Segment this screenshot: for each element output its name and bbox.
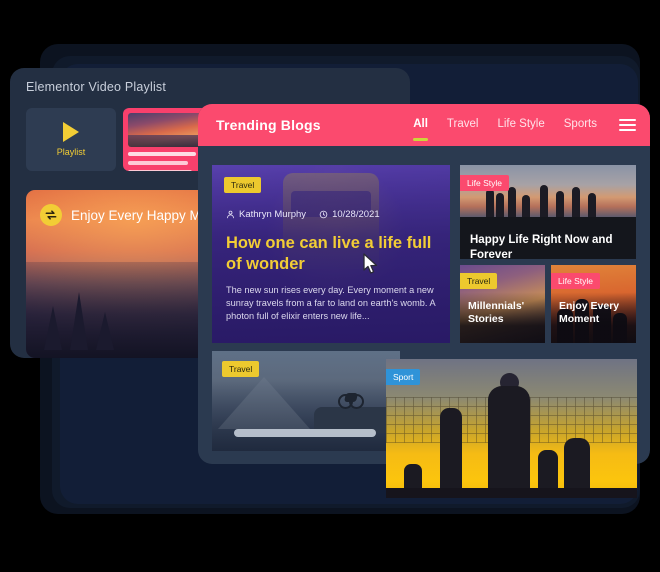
blog-card-enjoy-moment[interactable]: Life Style Enjoy Every Moment [551, 265, 636, 343]
featured-post-excerpt: The new sun rises every day. Every momen… [226, 284, 436, 322]
blog-card-featured[interactable]: Travel Kathryn Murphy 10/28/2021 How one… [212, 165, 450, 343]
play-icon [63, 122, 79, 142]
category-badge-travel[interactable]: Travel [224, 177, 262, 193]
featured-post-author: Kathryn Murphy [226, 209, 306, 220]
millennials-title[interactable]: Millennials' Stories [468, 300, 539, 326]
clock-icon [319, 210, 328, 218]
featured-post-meta: Kathryn Murphy 10/28/2021 [226, 209, 438, 220]
nav-item-sports[interactable]: Sports [564, 118, 597, 132]
happy-life-image [460, 165, 636, 217]
playlist-item-line [128, 170, 192, 171]
trending-blogs-brand: Trending Blogs [216, 117, 321, 133]
blog-card-millennials[interactable]: Travel Millennials' Stories [460, 265, 545, 343]
featured-post-date: 10/28/2021 [319, 209, 380, 220]
featured-post-author-name: Kathryn Murphy [239, 208, 307, 220]
playlist-item-line [128, 161, 188, 165]
playlist-item-line [128, 152, 196, 156]
trending-blogs-header: Trending Blogs All Travel Life Style Spo… [198, 104, 650, 146]
blog-card-bike[interactable]: Travel [212, 351, 400, 451]
featured-post-title[interactable]: How one can live a life full of wonder [226, 233, 438, 274]
nav-item-travel[interactable]: Travel [447, 118, 479, 132]
blog-card-sport[interactable]: Sport [386, 359, 637, 498]
playlist-tile[interactable]: Playlist [26, 108, 116, 171]
category-badge-travel[interactable]: Travel [460, 273, 498, 289]
person-icon [227, 210, 234, 218]
category-badge-life-style[interactable]: Life Style [460, 175, 509, 191]
playlist-item-thumbnail [128, 113, 208, 147]
video-playlist-title: Elementor Video Playlist [26, 80, 167, 94]
blog-card-happy-life[interactable]: Life Style Happy Life Right Now and Fore… [460, 165, 636, 259]
ground-strip [386, 488, 637, 498]
cyclist-silhouette [338, 393, 364, 409]
playlist-tile-label: Playlist [56, 147, 86, 157]
nav-item-all[interactable]: All [413, 118, 428, 141]
mouse-cursor [363, 253, 378, 274]
exchange-circle-icon [40, 204, 62, 226]
featured-post-date-value: 10/28/2021 [332, 208, 380, 220]
card-progress-bar[interactable] [234, 429, 376, 437]
category-badge-travel[interactable]: Travel [222, 361, 260, 377]
trending-blogs-nav: All Travel Life Style Sports [413, 118, 636, 141]
nav-item-life-style[interactable]: Life Style [497, 118, 544, 132]
happy-life-title[interactable]: Happy Life Right Now and Forever [470, 233, 628, 260]
category-badge-sport[interactable]: Sport [386, 369, 421, 385]
hamburger-menu-icon[interactable] [619, 119, 636, 131]
featured-post-content: Kathryn Murphy 10/28/2021 How one can li… [226, 209, 438, 333]
screenshot-stage: Elementor Video Playlist Playlist Enjoy … [0, 0, 660, 572]
enjoy-moment-title[interactable]: Enjoy Every Moment [559, 300, 630, 326]
category-badge-life-style[interactable]: Life Style [551, 273, 600, 289]
